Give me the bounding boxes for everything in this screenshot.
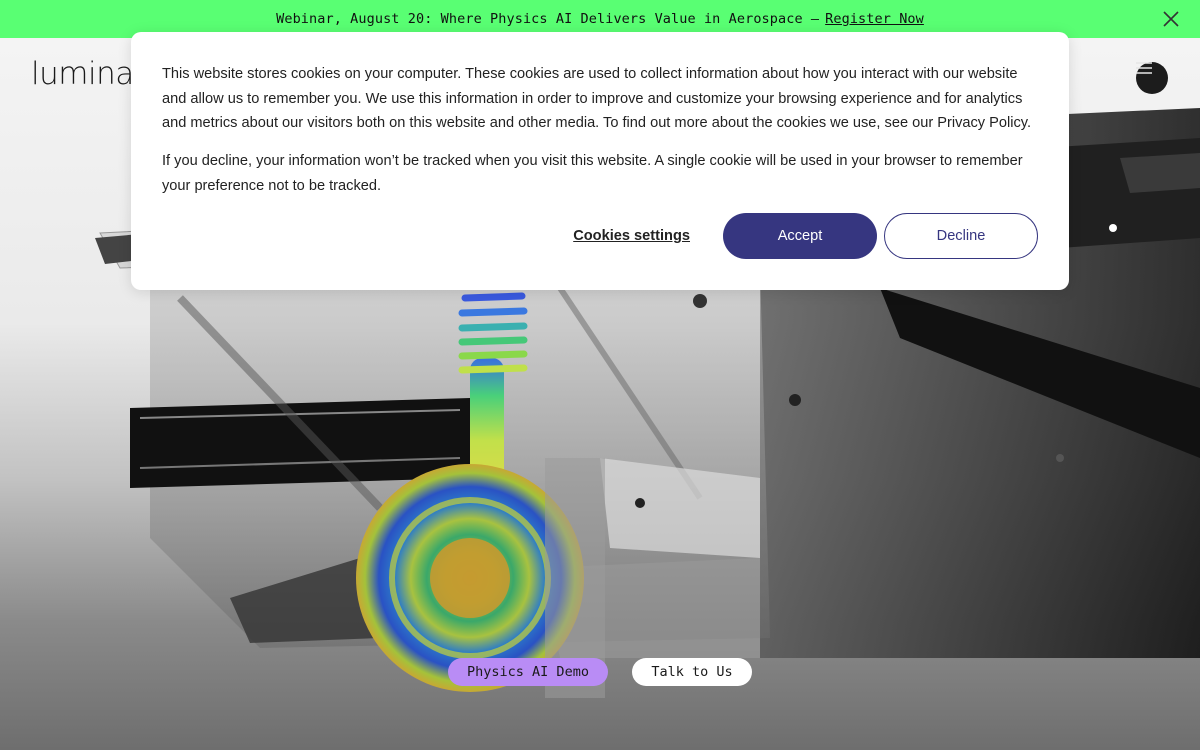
cookie-consent-dialog: This website stores cookies on your comp… [131, 32, 1069, 290]
talk-to-us-button[interactable]: Talk to Us [632, 658, 752, 686]
physics-ai-demo-button[interactable]: Physics AI Demo [448, 658, 608, 686]
cookies-settings-button[interactable]: Cookies settings [573, 228, 690, 244]
lumina-logo[interactable]: lumina [31, 56, 134, 92]
close-icon[interactable] [1162, 10, 1180, 28]
decline-button[interactable]: Decline [884, 213, 1038, 259]
register-now-link[interactable]: Register Now [825, 11, 924, 27]
cookie-info-text: This website stores cookies on your comp… [162, 66, 1032, 132]
hamburger-menu-icon [1136, 62, 1152, 74]
banner-text: Webinar, August 20: Where Physics AI Del… [276, 11, 820, 27]
cookie-actions: Cookies settings Accept Decline [573, 213, 1038, 259]
accept-button[interactable]: Accept [723, 213, 877, 259]
hamburger-menu-button[interactable] [1136, 62, 1168, 94]
cookie-decline-info-text: If you decline, your information won’t b… [162, 153, 1023, 194]
